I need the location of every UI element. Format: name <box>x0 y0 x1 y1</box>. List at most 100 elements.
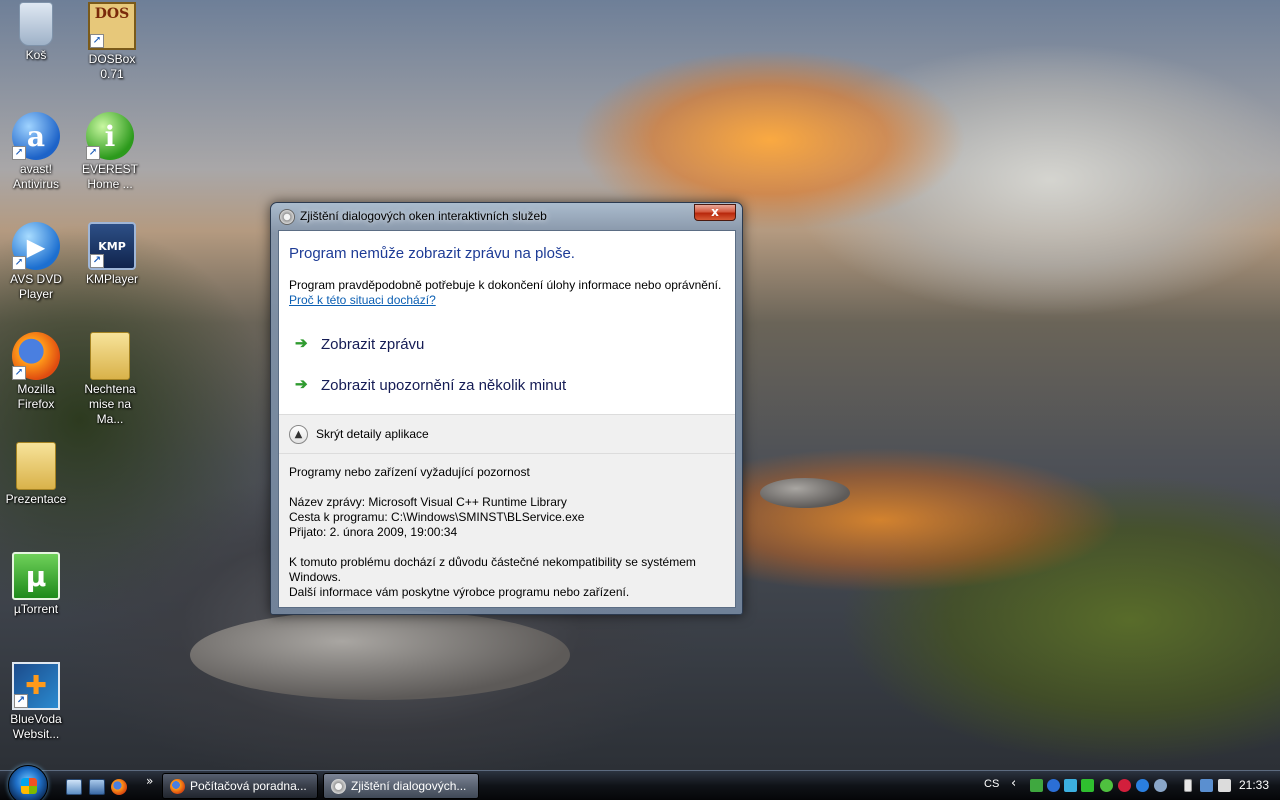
desktop-icon-label: Mozilla Firefox <box>17 382 55 411</box>
taskbar: » Počítačová poradna... Zjištění dialogo… <box>0 765 1280 800</box>
avast-icon: a ↗ <box>12 112 60 160</box>
details-toggle-bar[interactable]: ▲ Skrýt detaily aplikace <box>279 414 735 454</box>
desktop-icon-nechtena-mise[interactable]: Nechtena mise na Ma... <box>74 332 146 427</box>
switch-windows-icon[interactable] <box>89 779 105 795</box>
command-link-show-message[interactable]: ➔ Zobrazit zprávu <box>295 331 424 357</box>
kmplayer-icon-glyph: KMP <box>98 239 126 253</box>
chevron-up-icon[interactable]: ▲ <box>289 425 308 444</box>
shortcut-arrow-icon: ↗ <box>86 146 100 160</box>
taskbar-button-label: Zjištění dialogových... <box>351 779 467 793</box>
dialog-content: Program nemůže zobrazit zprávu na ploše.… <box>278 230 736 608</box>
dialog-title: Zjištění dialogových oken interaktivních… <box>300 209 547 223</box>
details-note: Windows. <box>289 570 342 584</box>
desktop-icon-label: Nechtena mise na Ma... <box>84 382 136 426</box>
taskbar-button-firefox[interactable]: Počítačová poradna... <box>162 773 318 799</box>
details-heading: Programy nebo zařízení vyžadující pozorn… <box>289 465 530 479</box>
start-button[interactable] <box>8 765 48 800</box>
dosbox-icon: DOS ↗ <box>88 2 136 50</box>
firefox-icon <box>170 779 185 794</box>
kmplayer-icon: KMP ↗ <box>88 222 136 270</box>
green-arrow-icon: ➔ <box>295 335 308 352</box>
desktop-icon-dosbox[interactable]: DOS ↗ DOSBox 0.71 <box>76 2 148 82</box>
green-arrow-icon: ➔ <box>295 376 308 393</box>
desktop-icon-label: KMPlayer <box>85 272 138 286</box>
utorrent-icon-glyph: µ <box>25 559 47 593</box>
tray-app-icon[interactable] <box>1154 779 1167 792</box>
main-instruction: Program nemůže zobrazit zprávu na ploše. <box>289 245 575 262</box>
play-icon: ▶ ↗ <box>12 222 60 270</box>
tray-expand-icon[interactable]: ‹ <box>1011 776 1016 791</box>
taskbar-button-label: Počítačová poradna... <box>190 779 307 793</box>
dialog-titlebar[interactable]: Zjištění dialogových oken interaktivních… <box>271 203 742 229</box>
firefox-icon[interactable] <box>111 779 127 795</box>
shortcut-arrow-icon: ↗ <box>90 34 104 48</box>
utorrent-icon[interactable] <box>1100 779 1113 792</box>
desktop-icon-label: EVEREST Home ... <box>81 162 138 191</box>
volume-icon[interactable] <box>1218 779 1231 792</box>
wallpaper-rock <box>760 478 850 508</box>
battery-icon[interactable] <box>1184 779 1192 792</box>
desktop-icon-avs-dvd-player[interactable]: ▶ ↗ AVS DVD Player <box>0 222 72 302</box>
quick-launch-chevron-icon[interactable]: » <box>146 774 153 788</box>
utorrent-icon: µ <box>12 552 60 600</box>
firefox-icon: ↗ <box>12 332 60 380</box>
help-link[interactable]: Proč k této situaci dochází? <box>289 293 436 307</box>
desktop-icon-label: avast! Antivirus <box>12 162 59 191</box>
desktop-icon-label: µTorrent <box>13 602 59 616</box>
desktop-icon-label: BlueVoda Websit... <box>10 712 62 741</box>
flag-icon[interactable] <box>1081 779 1094 792</box>
avs-icon-glyph: ▶ <box>26 231 46 261</box>
desktop-icon-avast[interactable]: a ↗ avast! Antivirus <box>0 112 72 192</box>
shortcut-arrow-icon: ↗ <box>12 146 26 160</box>
messenger-icon[interactable] <box>1064 779 1077 792</box>
avast-icon-glyph: a <box>26 119 46 153</box>
everest-icon: i ↗ <box>86 112 134 160</box>
desktop-icon-utorrent[interactable]: µ µTorrent <box>0 552 72 617</box>
command-link-label: Zobrazit zprávu <box>321 335 425 353</box>
desktop-icon-firefox[interactable]: ↗ Mozilla Firefox <box>0 332 72 412</box>
dosbox-icon-glyph: DOS <box>94 6 130 22</box>
avast-icon[interactable] <box>1136 779 1149 792</box>
interactive-services-dialog: Zjištění dialogových oken interaktivních… <box>270 202 743 615</box>
details-program-path: Cesta k programu: C:\Windows\SMINST\BLSe… <box>289 510 585 524</box>
desktop-icon-recycle-bin[interactable]: Koš <box>0 2 72 63</box>
services-icon <box>279 209 295 225</box>
details-received: Přijato: 2. února 2009, 19:00:34 <box>289 525 458 539</box>
shortcut-arrow-icon: ↗ <box>14 694 28 708</box>
windows-logo-icon <box>21 778 37 794</box>
command-link-remind-later[interactable]: ➔ Zobrazit upozornění za několik minut <box>295 372 566 398</box>
show-desktop-icon[interactable] <box>66 779 82 795</box>
security-icon[interactable] <box>1118 779 1131 792</box>
network-icon[interactable] <box>1030 779 1043 792</box>
network-status-icon[interactable] <box>1200 779 1213 792</box>
details-note: K tomuto problému dochází z důvodu částe… <box>289 555 696 569</box>
desktop-icon-label: Koš <box>25 48 47 62</box>
recycle-bin-icon <box>19 2 53 46</box>
shortcut-arrow-icon: ↗ <box>12 366 26 380</box>
shortcut-arrow-icon: ↗ <box>12 256 26 270</box>
folder-icon <box>90 332 130 380</box>
clock[interactable]: 21:33 <box>1239 778 1269 792</box>
desktop-icon-bluevoda[interactable]: ✚ ↗ BlueVoda Websit... <box>0 662 72 742</box>
bluevoda-icon-glyph: ✚ <box>25 671 47 701</box>
wallpaper-rock <box>190 610 570 700</box>
details-panel: Programy nebo zařízení vyžadující pozorn… <box>279 454 735 607</box>
desktop-icon-everest[interactable]: i ↗ EVEREST Home ... <box>74 112 146 192</box>
taskbar-button-services-dialog[interactable]: Zjištění dialogových... <box>323 773 479 799</box>
bluetooth-icon[interactable] <box>1047 779 1060 792</box>
language-indicator[interactable]: CS <box>984 778 999 790</box>
folder-icon <box>16 442 56 490</box>
desktop-icon-label: Prezentace <box>5 492 67 506</box>
details-message-name: Název zprávy: Microsoft Visual C++ Runti… <box>289 495 567 509</box>
command-link-label: Zobrazit upozornění za několik minut <box>321 376 567 394</box>
shortcut-arrow-icon: ↗ <box>90 254 104 268</box>
close-button[interactable]: x <box>694 204 736 221</box>
close-icon: x <box>711 205 719 219</box>
desktop-icon-label: DOSBox 0.71 <box>88 52 136 81</box>
desktop-icon-kmplayer[interactable]: KMP ↗ KMPlayer <box>76 222 148 287</box>
content-text: Program pravděpodobně potřebuje k dokonč… <box>289 278 722 292</box>
everest-icon-glyph: i <box>104 119 116 153</box>
desktop-icon-label: AVS DVD Player <box>10 272 62 301</box>
desktop-icon-prezentace[interactable]: Prezentace <box>0 442 72 507</box>
details-toggle-label: Skrýt detaily aplikace <box>316 427 429 441</box>
